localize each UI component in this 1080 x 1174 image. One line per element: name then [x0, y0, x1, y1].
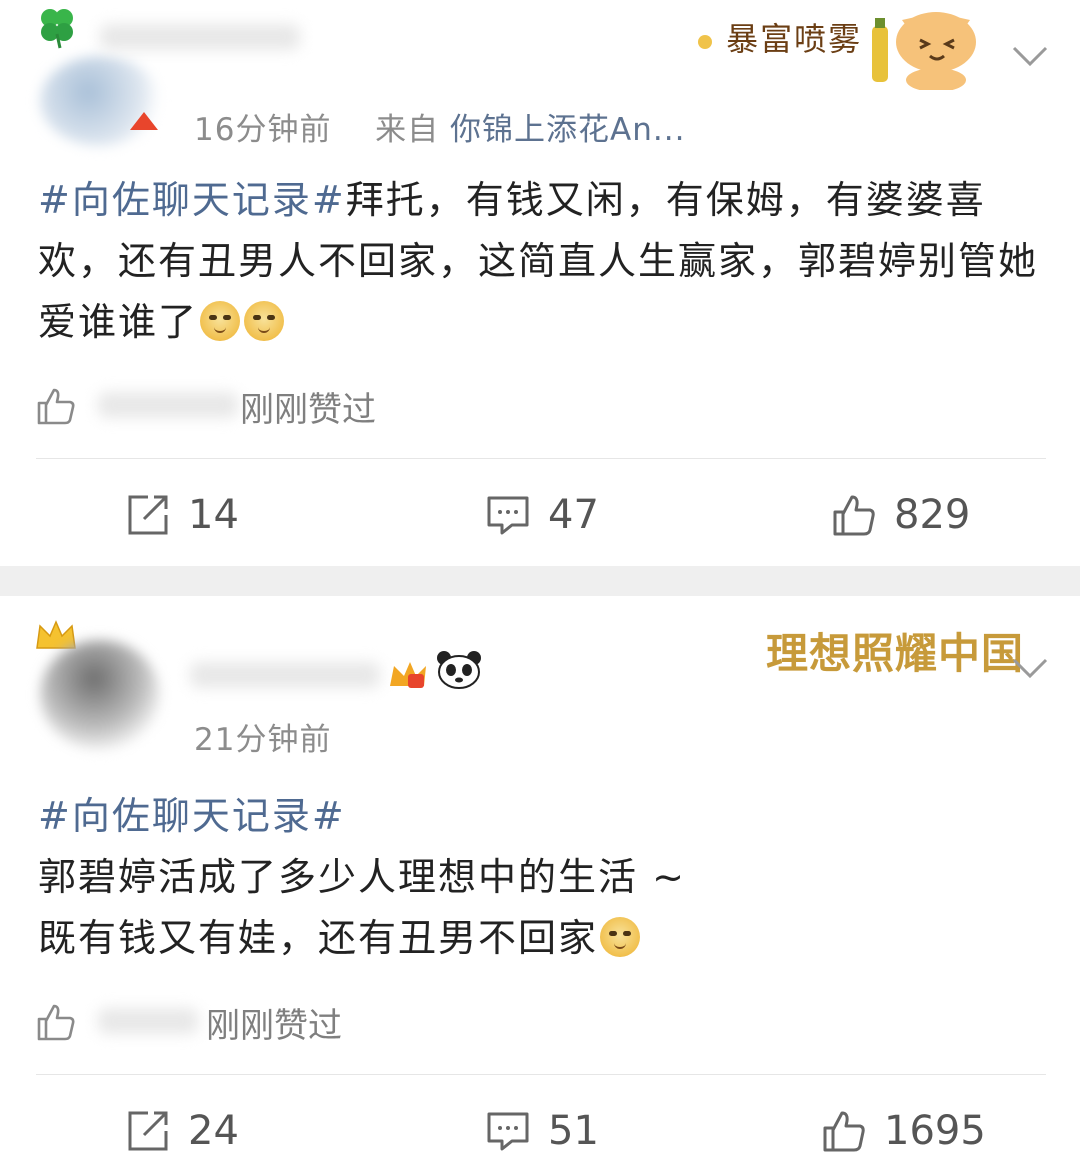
- hashtag-link[interactable]: #向佐聊天记录#: [38, 786, 1048, 847]
- post-source[interactable]: 你锦上添花An...: [450, 112, 685, 148]
- post-content: #向佐聊天记录#拜托，有钱又闲，有保姆，有婆婆喜欢，还有丑男人不回家，这简直人生…: [38, 170, 1048, 353]
- post-text-line: 既有钱又有娃，还有丑男不回家: [38, 908, 1048, 969]
- repost-count: 14: [188, 492, 239, 538]
- divider: [36, 1074, 1046, 1075]
- like-button[interactable]: 1695: [822, 1108, 986, 1154]
- liked-status: 刚刚赞过: [206, 1006, 342, 1046]
- chevron-down-icon[interactable]: [1010, 656, 1050, 680]
- decoration-badge[interactable]: 理想照耀中国: [766, 620, 1024, 681]
- repost-count: 24: [188, 1108, 239, 1154]
- post-time: 16分钟前: [194, 112, 332, 148]
- liker-name[interactable]: [98, 1008, 198, 1034]
- comment-count: 51: [548, 1108, 599, 1154]
- post-meta: 16分钟前 来自 你锦上添花An...: [194, 104, 685, 149]
- avatar[interactable]: [40, 640, 160, 750]
- comment-button[interactable]: 47: [486, 492, 599, 538]
- doge-emoji: [200, 301, 241, 341]
- decoration-badge[interactable]: 暴富喷雾: [696, 14, 862, 60]
- comment-count: 47: [548, 492, 599, 538]
- vip-badge-icon: [390, 662, 426, 688]
- cat-sticker-icon: [872, 12, 976, 90]
- like-count: 829: [894, 492, 971, 538]
- panda-icon: [437, 651, 481, 689]
- post-time: 21分钟前: [194, 722, 332, 758]
- avatar[interactable]: [40, 56, 160, 146]
- thumbs-up-icon: [823, 1111, 865, 1152]
- username[interactable]: [100, 24, 300, 50]
- post-text: 既有钱又有娃，还有丑男不回家: [38, 916, 599, 960]
- repost-icon: [128, 1111, 168, 1151]
- hashtag-link[interactable]: #向佐聊天记录#: [38, 178, 346, 222]
- divider: [36, 458, 1046, 459]
- post-separator: [0, 566, 1080, 596]
- username[interactable]: [190, 662, 380, 688]
- comment-icon: [487, 496, 529, 535]
- coin-icon: [698, 34, 712, 49]
- clover-icon: [41, 9, 73, 49]
- like-count: 1695: [884, 1108, 986, 1154]
- thumbs-up-icon: [37, 388, 75, 425]
- level-badge-icon: [130, 112, 158, 130]
- thumbs-up-icon: [37, 1004, 75, 1041]
- decoration-badge-text: 暴富喷雾: [726, 20, 863, 58]
- liker-name[interactable]: [98, 392, 238, 418]
- doge-emoji: [244, 301, 285, 341]
- liked-status: 刚刚赞过: [240, 390, 376, 430]
- repost-button[interactable]: 14: [126, 492, 239, 538]
- comment-button[interactable]: 51: [486, 1108, 599, 1154]
- repost-button[interactable]: 24: [126, 1108, 239, 1154]
- like-button[interactable]: 829: [832, 492, 970, 538]
- post-text-line: 郭碧婷活成了多少人理想中的生活 ~: [38, 855, 686, 899]
- thumbs-up-icon: [833, 495, 875, 536]
- chevron-down-icon[interactable]: [1010, 44, 1050, 68]
- doge-emoji: [600, 917, 641, 957]
- repost-icon: [128, 495, 168, 535]
- comment-icon: [487, 1112, 529, 1151]
- source-prefix: 来自: [375, 112, 440, 148]
- post-content: #向佐聊天记录# 郭碧婷活成了多少人理想中的生活 ~ 既有钱又有娃，还有丑男不回…: [38, 786, 1048, 969]
- post-card: 16分钟前 来自 你锦上添花An... 暴富喷雾 #向佐聊天记录#拜托，有钱又闲…: [0, 0, 1080, 566]
